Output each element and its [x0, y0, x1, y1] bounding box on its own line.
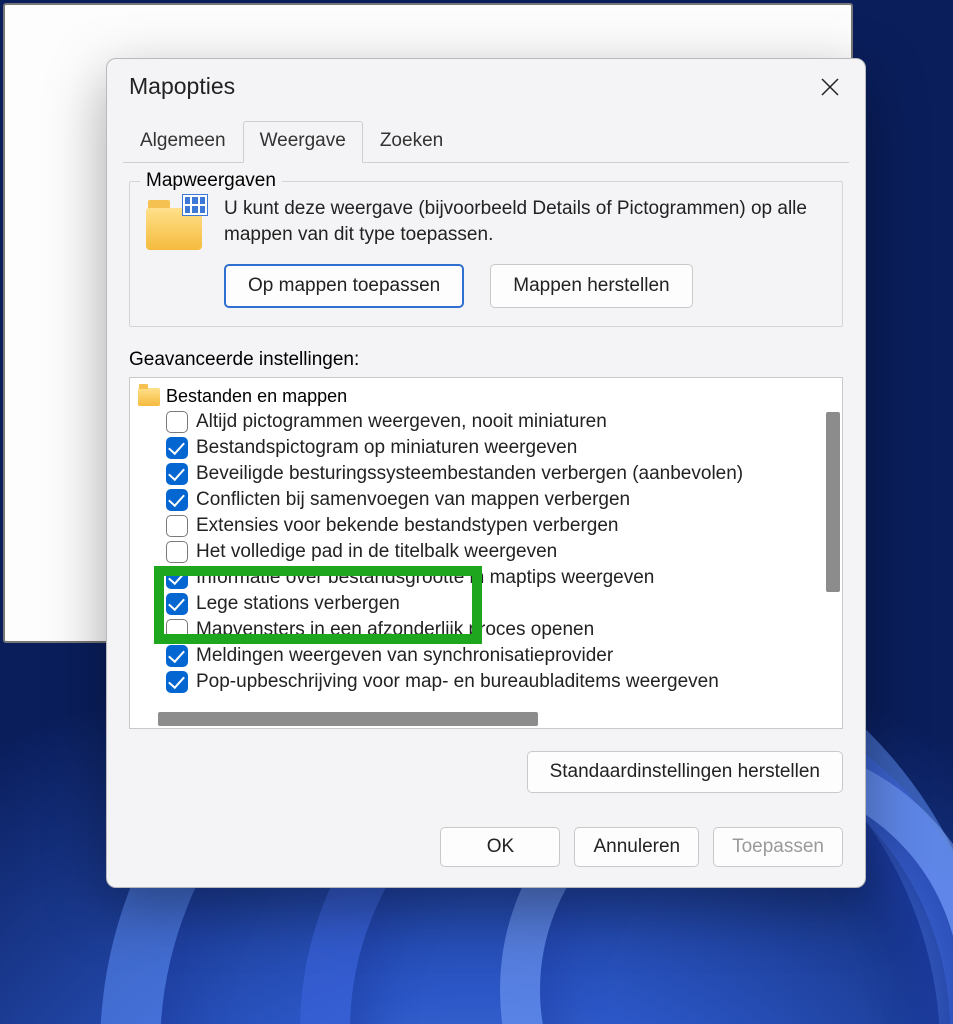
advanced-option-1[interactable]: Bestandspictogram op miniaturen weergeve… [166, 435, 842, 461]
checkbox-4[interactable] [166, 515, 188, 537]
checkbox-5[interactable] [166, 541, 188, 563]
folder-options-dialog: Mapopties Algemeen Weergave Zoeken Mapwe… [106, 58, 866, 888]
checkbox-2[interactable] [166, 463, 188, 485]
tab-panel-view: Mapweergaven U kunt deze weergave (bijvo… [107, 163, 865, 813]
checkbox-7[interactable] [166, 593, 188, 615]
horizontal-scroll-thumb[interactable] [158, 712, 538, 726]
close-button[interactable] [817, 74, 843, 100]
advanced-option-label-8: Mapvensters in een afzonderlijk proces o… [196, 619, 594, 641]
advanced-option-label-5: Het volledige pad in de titelbalk weerge… [196, 541, 557, 563]
close-icon [820, 77, 840, 97]
advanced-option-9[interactable]: Meldingen weergeven van synchronisatiepr… [166, 643, 842, 669]
advanced-option-label-2: Beveiligde besturingssysteembestanden ve… [196, 463, 743, 485]
checkbox-8[interactable] [166, 619, 188, 641]
restore-defaults-row: Standaardinstellingen herstellen [129, 751, 843, 793]
folder-views-buttons: Op mappen toepassen Mappen herstellen [224, 264, 826, 308]
tree-root-label: Bestanden en mappen [166, 386, 347, 407]
folder-views-legend: Mapweergaven [140, 170, 282, 192]
advanced-option-7[interactable]: Lege stations verbergen [166, 591, 842, 617]
checkbox-3[interactable] [166, 489, 188, 511]
advanced-settings-listbox[interactable]: Bestanden en mappen Altijd pictogrammen … [129, 377, 843, 729]
folder-views-description: U kunt deze weergave (bijvoorbeeld Detai… [224, 196, 826, 247]
tree-root-files-folders[interactable]: Bestanden en mappen [138, 384, 842, 409]
titlebar: Mapopties [107, 59, 865, 106]
ok-button[interactable]: OK [440, 827, 560, 867]
advanced-option-label-7: Lege stations verbergen [196, 593, 400, 615]
advanced-option-6[interactable]: Informatie over bestandsgrootte in mapti… [166, 565, 842, 591]
folder-tree-icon [138, 388, 160, 406]
advanced-option-label-9: Meldingen weergeven van synchronisatiepr… [196, 645, 613, 667]
restore-defaults-button[interactable]: Standaardinstellingen herstellen [527, 751, 843, 793]
advanced-option-label-1: Bestandspictogram op miniaturen weergeve… [196, 437, 577, 459]
advanced-option-label-4: Extensies voor bekende bestandstypen ver… [196, 515, 619, 537]
advanced-option-label-10: Pop-upbeschrijving voor map- en bureaubl… [196, 671, 719, 693]
advanced-settings-label: Geavanceerde instellingen: [129, 349, 843, 371]
folder-icon [146, 198, 206, 250]
advanced-option-5[interactable]: Het volledige pad in de titelbalk weerge… [166, 539, 842, 565]
checkbox-0[interactable] [166, 411, 188, 433]
tree-children: Altijd pictogrammen weergeven, nooit min… [166, 409, 842, 695]
folder-views-row: U kunt deze weergave (bijvoorbeeld Detai… [146, 196, 826, 250]
advanced-option-8[interactable]: Mapvensters in een afzonderlijk proces o… [166, 617, 842, 643]
tab-view[interactable]: Weergave [243, 121, 363, 163]
tab-search[interactable]: Zoeken [363, 121, 460, 163]
advanced-option-10[interactable]: Pop-upbeschrijving voor map- en bureaubl… [166, 669, 842, 695]
checkbox-1[interactable] [166, 437, 188, 459]
tab-strip: Algemeen Weergave Zoeken [123, 120, 849, 163]
horizontal-scrollbar[interactable] [134, 712, 820, 726]
advanced-settings-scroll: Bestanden en mappen Altijd pictogrammen … [130, 378, 842, 728]
advanced-option-3[interactable]: Conflicten bij samenvoegen van mappen ve… [166, 487, 842, 513]
folder-views-group: Mapweergaven U kunt deze weergave (bijvo… [129, 181, 843, 327]
reset-folders-button[interactable]: Mappen herstellen [490, 264, 692, 308]
dialog-title: Mapopties [129, 73, 235, 100]
apply-button[interactable]: Toepassen [713, 827, 843, 867]
checkbox-6[interactable] [166, 567, 188, 589]
advanced-option-2[interactable]: Beveiligde besturingssysteembestanden ve… [166, 461, 842, 487]
checkbox-9[interactable] [166, 645, 188, 667]
dialog-button-row: OK Annuleren Toepassen [107, 813, 865, 887]
advanced-option-label-0: Altijd pictogrammen weergeven, nooit min… [196, 411, 607, 433]
cancel-button[interactable]: Annuleren [574, 827, 699, 867]
vertical-scroll-thumb[interactable] [826, 412, 840, 592]
advanced-option-label-6: Informatie over bestandsgrootte in mapti… [196, 567, 654, 589]
vertical-scrollbar[interactable] [822, 382, 840, 724]
checkbox-10[interactable] [166, 671, 188, 693]
advanced-option-4[interactable]: Extensies voor bekende bestandstypen ver… [166, 513, 842, 539]
apply-to-folders-button[interactable]: Op mappen toepassen [224, 264, 464, 308]
advanced-option-0[interactable]: Altijd pictogrammen weergeven, nooit min… [166, 409, 842, 435]
advanced-option-label-3: Conflicten bij samenvoegen van mappen ve… [196, 489, 630, 511]
tab-general[interactable]: Algemeen [123, 121, 243, 163]
